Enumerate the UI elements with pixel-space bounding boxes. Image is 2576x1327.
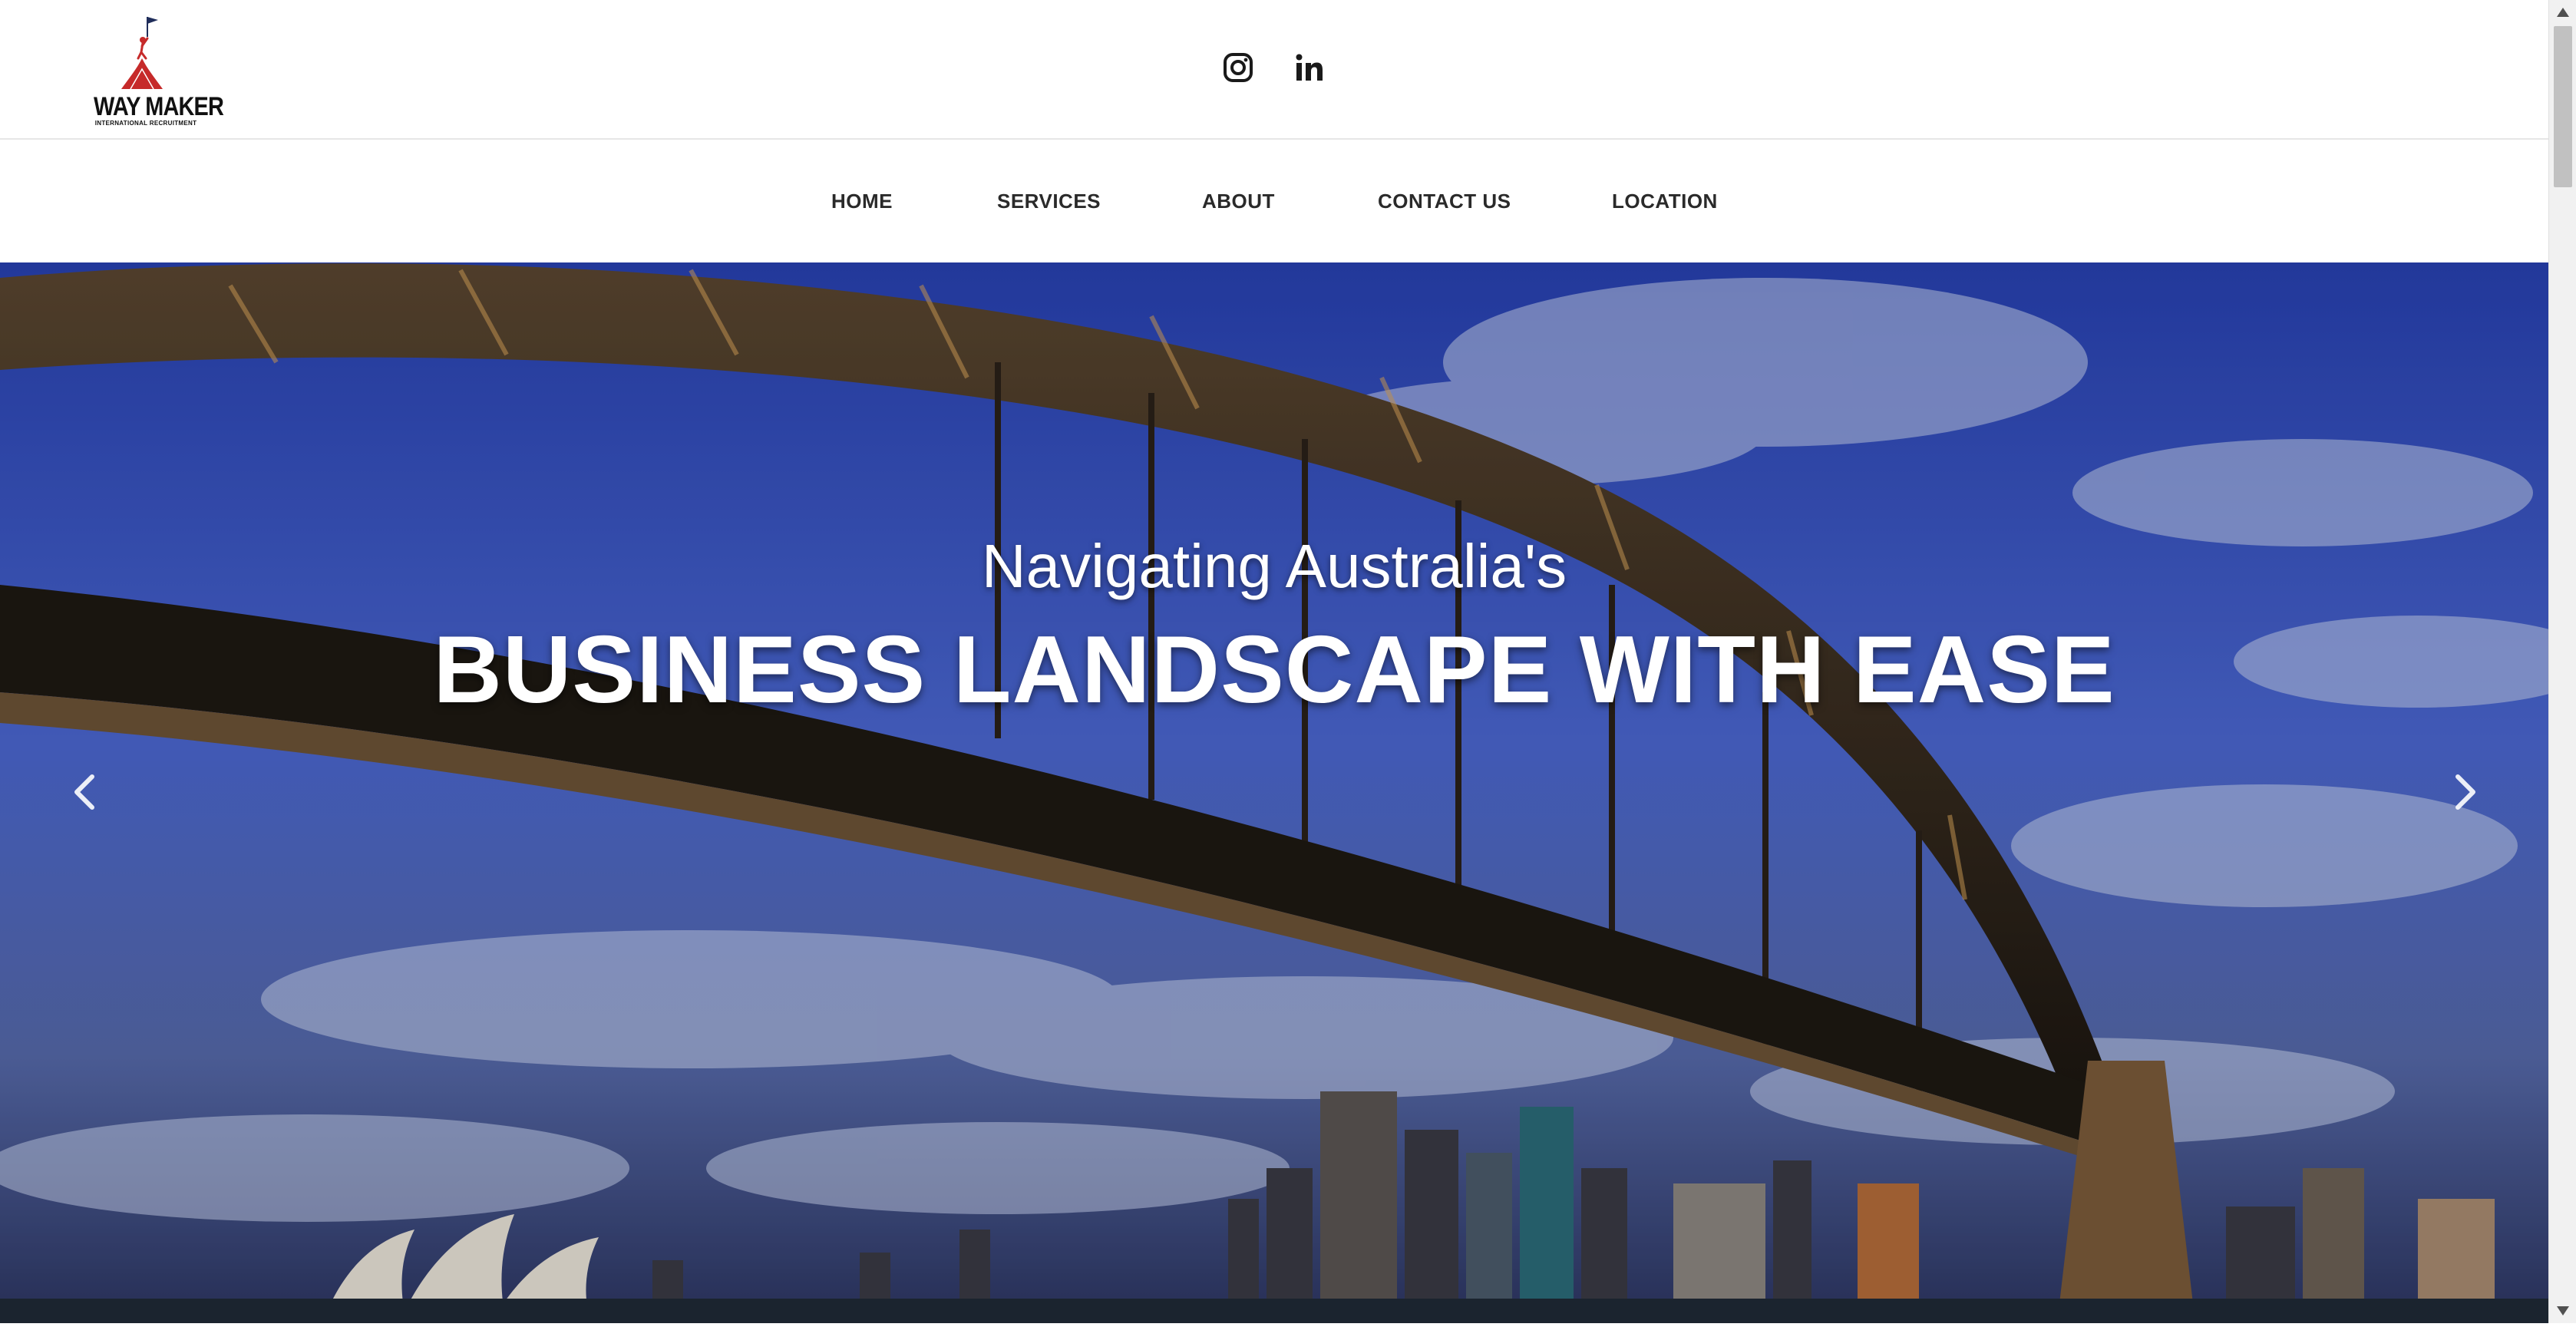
top-bar: WAY MAKER INTERNATIONAL RECRUITMENT (0, 0, 2548, 140)
linkedin-link[interactable] (1288, 46, 1331, 89)
vertical-scrollbar[interactable] (2548, 0, 2576, 1323)
hero-overlay (0, 262, 2548, 1323)
hero-slider: Navigating Australia's BUSINESS LANDSCAP… (0, 262, 2548, 1323)
nav-item-contact-us[interactable]: CONTACT US (1378, 140, 1511, 262)
triangle-down-icon (2557, 1306, 2569, 1315)
linkedin-icon (1296, 54, 1323, 81)
logo-subtitle: INTERNATIONAL RECRUITMENT (94, 120, 197, 127)
nav-item-services[interactable]: SERVICES (997, 140, 1101, 262)
nav-item-about[interactable]: ABOUT (1202, 140, 1275, 262)
chevron-right-icon (2455, 774, 2475, 810)
page: WAY MAKER INTERNATIONAL RECRUITMENT HOME… (0, 0, 2548, 1323)
slider-prev-button[interactable] (54, 761, 115, 823)
hero-title: BUSINESS LANDSCAPE WITH EASE (433, 617, 2115, 723)
slider-next-button[interactable] (2435, 761, 2496, 823)
main-nav: HOME SERVICES ABOUT CONTACT US LOCATION (0, 140, 2548, 262)
instagram-icon (1224, 53, 1253, 82)
chevron-left-icon (74, 774, 94, 810)
logo[interactable]: WAY MAKER INTERNATIONAL RECRUITMENT (84, 15, 224, 130)
logo-title: WAY MAKER (94, 92, 224, 121)
nav-item-location[interactable]: LOCATION (1612, 140, 1718, 262)
logo-icon (121, 17, 163, 90)
nav-item-home[interactable]: HOME (831, 140, 893, 262)
scroll-down-button[interactable] (2549, 1297, 2576, 1323)
instagram-link[interactable] (1217, 46, 1260, 89)
scrollbar-thumb[interactable] (2554, 26, 2572, 187)
scroll-up-button[interactable] (2549, 0, 2576, 26)
hero-subtitle: Navigating Australia's (981, 532, 1567, 600)
triangle-up-icon (2557, 8, 2569, 17)
